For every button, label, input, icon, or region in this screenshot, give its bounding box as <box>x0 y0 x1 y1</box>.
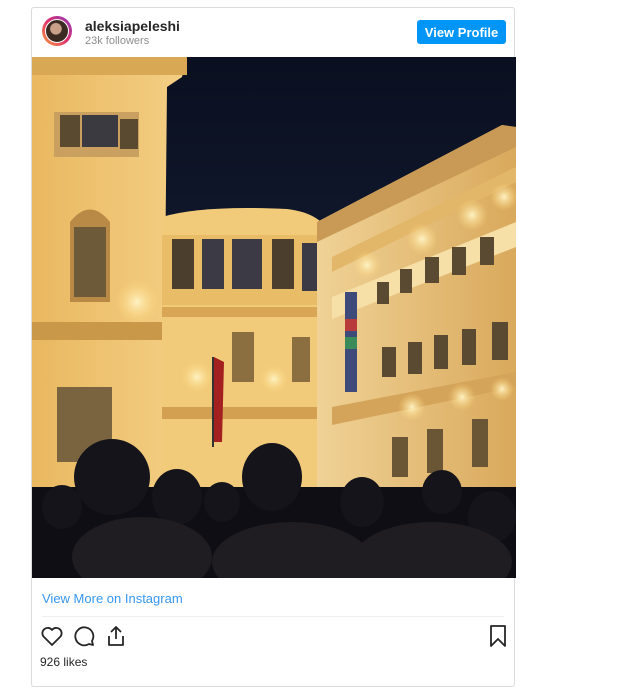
follower-count: 23k followers <box>85 35 150 47</box>
action-bar <box>32 624 514 650</box>
comment-icon[interactable] <box>72 624 98 650</box>
view-profile-button[interactable]: View Profile <box>417 20 506 44</box>
post-header: aleksiapeleshi 23k followers View Profil… <box>32 8 514 58</box>
instagram-embed-card: aleksiapeleshi 23k followers View Profil… <box>31 7 516 687</box>
avatar[interactable] <box>42 16 72 46</box>
view-more-link[interactable]: View More on Instagram <box>42 591 183 606</box>
share-icon[interactable] <box>104 624 130 650</box>
bookmark-icon[interactable] <box>486 624 512 650</box>
username[interactable]: aleksiapeleshi <box>85 18 180 34</box>
divider <box>42 616 504 617</box>
heart-icon[interactable] <box>40 624 66 650</box>
avatar-image <box>45 19 69 43</box>
like-count: 926 likes <box>40 655 88 669</box>
post-image[interactable] <box>32 57 516 578</box>
